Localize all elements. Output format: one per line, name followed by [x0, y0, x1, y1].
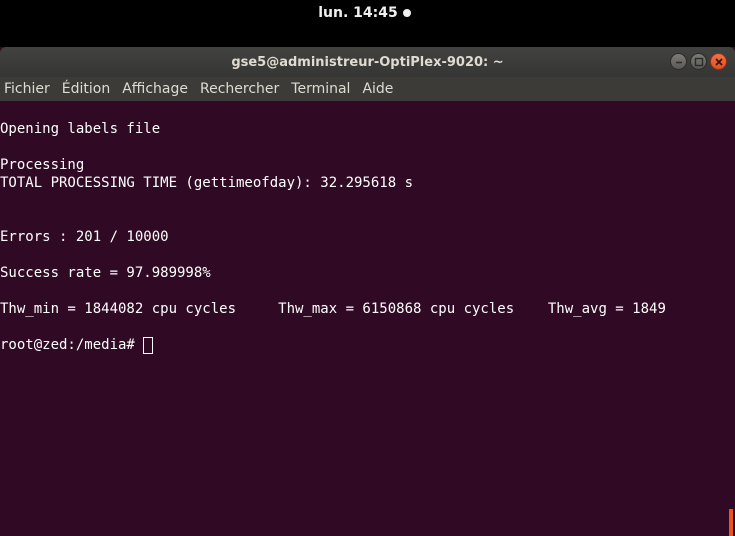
maximize-button[interactable] — [690, 53, 707, 70]
close-button[interactable] — [710, 53, 727, 70]
terminal-line: Thw_min = 1844082 cpu cycles Thw_max = 6… — [0, 301, 666, 317]
close-icon — [715, 58, 723, 66]
menu-rechercher[interactable]: Rechercher — [200, 81, 279, 97]
terminal-lines: Opening labels file Processing TOTAL PRO… — [0, 120, 666, 354]
top-panel: lun. 14:45 — [0, 0, 735, 27]
terminal-line: Opening labels file — [0, 121, 161, 137]
menu-fichier[interactable]: Fichier — [4, 81, 50, 97]
scrollbar-thumb[interactable] — [729, 509, 733, 536]
menu-aide[interactable]: Aide — [362, 81, 393, 97]
window-title: gse5@administreur-OptiPlex-9020: ~ — [231, 54, 504, 70]
terminal-line: Success rate = 97.989998% — [0, 265, 211, 281]
terminal-line: Processing — [0, 157, 85, 173]
shell-prompt: root@zed:/media# — [0, 337, 135, 353]
prompt-line[interactable]: root@zed:/media# — [0, 336, 666, 354]
menu-bar: Fichier Édition Affichage Rechercher Ter… — [0, 77, 735, 101]
window-controls — [670, 53, 727, 70]
minimize-button[interactable] — [670, 53, 687, 70]
clock-label: lun. 14:45 — [318, 4, 398, 21]
menu-edition[interactable]: Édition — [62, 81, 110, 97]
menu-terminal[interactable]: Terminal — [291, 81, 350, 97]
terminal-output[interactable]: Opening labels file Processing TOTAL PRO… — [0, 101, 735, 536]
window-titlebar[interactable]: gse5@administreur-OptiPlex-9020: ~ — [0, 47, 735, 77]
maximize-icon — [694, 57, 704, 67]
clock-indicator[interactable]: lun. 14:45 — [318, 5, 411, 21]
notification-dot-icon — [402, 8, 411, 17]
text-cursor — [142, 336, 153, 354]
minimize-icon — [676, 61, 682, 64]
menu-affichage[interactable]: Affichage — [122, 81, 188, 97]
terminal-window: gse5@administreur-OptiPlex-9020: ~ Fichi… — [0, 47, 735, 536]
terminal-line: TOTAL PROCESSING TIME (gettimeofday): 32… — [0, 175, 414, 191]
terminal-line: Errors : 201 / 10000 — [0, 229, 169, 245]
